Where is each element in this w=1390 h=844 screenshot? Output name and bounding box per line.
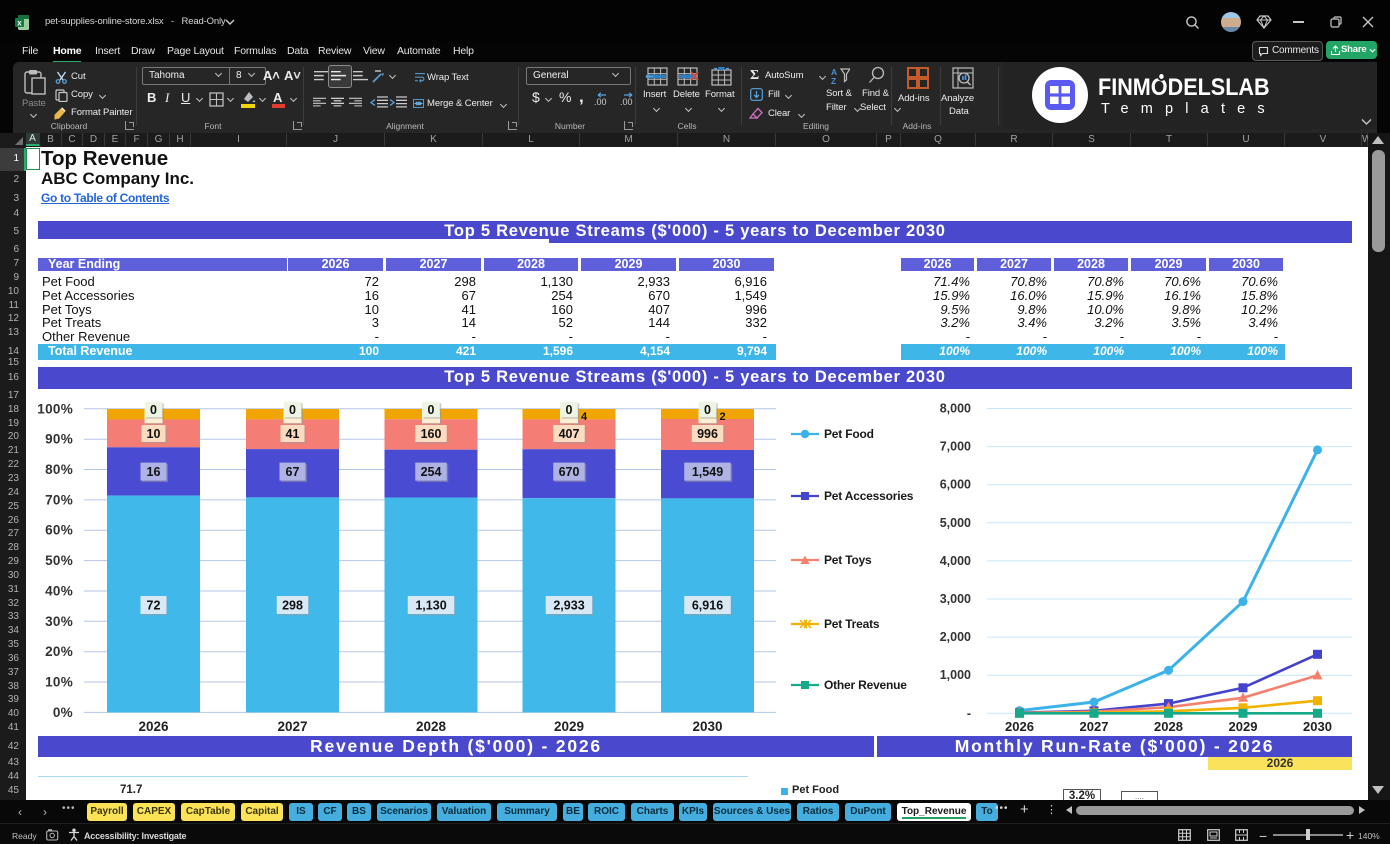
svg-text:1,000: 1,000	[940, 668, 971, 682]
svg-text:10%: 10%	[45, 675, 73, 690]
svg-text:8,000: 8,000	[940, 402, 971, 416]
svg-text:40%: 40%	[45, 584, 73, 599]
svg-text:2029: 2029	[1229, 719, 1258, 734]
svg-text:2030: 2030	[1303, 719, 1332, 734]
svg-text:90%: 90%	[45, 432, 73, 447]
svg-text:4: 4	[581, 411, 588, 423]
svg-text:30%: 30%	[45, 614, 73, 629]
svg-text:0: 0	[566, 403, 573, 417]
svg-text:2028: 2028	[416, 719, 447, 734]
svg-text:1,549: 1,549	[692, 465, 723, 479]
svg-text:2,933: 2,933	[553, 599, 584, 613]
svg-text:2027: 2027	[277, 719, 307, 734]
svg-text:2: 2	[720, 411, 726, 423]
svg-text:72: 72	[147, 599, 161, 613]
svg-text:50%: 50%	[45, 553, 73, 568]
svg-text:7,000: 7,000	[940, 440, 971, 454]
svg-text:0: 0	[704, 403, 711, 417]
svg-text:996: 996	[697, 427, 718, 441]
svg-text:0%: 0%	[53, 705, 73, 720]
svg-text:298: 298	[282, 599, 303, 613]
svg-text:20%: 20%	[45, 644, 73, 659]
svg-text:670: 670	[559, 465, 580, 479]
svg-text:Z: Z	[831, 76, 836, 85]
svg-text:2026: 2026	[138, 719, 169, 734]
svg-text:x: x	[17, 19, 22, 28]
svg-text:10: 10	[147, 427, 161, 441]
svg-text:2,000: 2,000	[940, 630, 971, 644]
svg-text:2026: 2026	[1005, 719, 1034, 734]
svg-text:.00: .00	[620, 97, 633, 107]
svg-text:2027: 2027	[1080, 719, 1109, 734]
svg-text:67: 67	[286, 465, 300, 479]
svg-text:.00: .00	[594, 97, 607, 107]
svg-text:16: 16	[147, 465, 161, 479]
svg-text:4,000: 4,000	[940, 554, 971, 568]
svg-text:0: 0	[289, 403, 296, 417]
svg-text:407: 407	[559, 427, 580, 441]
svg-text:41: 41	[286, 427, 300, 441]
svg-text:2028: 2028	[1154, 719, 1183, 734]
svg-text:2030: 2030	[692, 719, 722, 734]
svg-text:3,000: 3,000	[940, 592, 971, 606]
svg-text:5,000: 5,000	[940, 516, 971, 530]
svg-text:100%: 100%	[37, 401, 73, 416]
svg-text:0: 0	[150, 403, 157, 417]
svg-text:1,130: 1,130	[415, 599, 446, 613]
svg-text:6,916: 6,916	[692, 599, 723, 613]
svg-text:254: 254	[421, 465, 442, 479]
svg-text:2029: 2029	[554, 719, 584, 734]
svg-text:70%: 70%	[45, 492, 73, 507]
svg-text:0: 0	[428, 403, 435, 417]
svg-text:60%: 60%	[45, 523, 73, 538]
svg-text:6,000: 6,000	[940, 478, 971, 492]
svg-text:80%: 80%	[45, 462, 73, 477]
svg-text:-: -	[967, 706, 971, 720]
svg-text:160: 160	[421, 427, 442, 441]
